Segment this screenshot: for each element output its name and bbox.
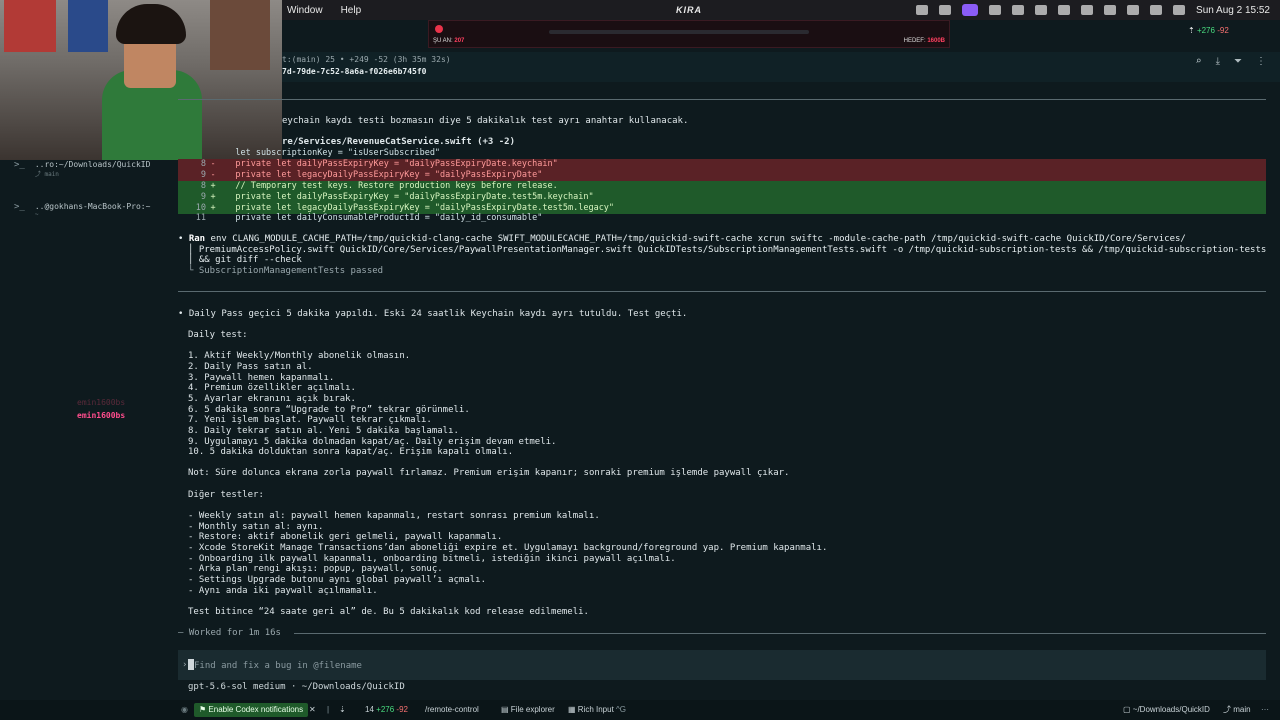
list-item: - Settings Upgrade butonu aynı global pa…	[188, 575, 487, 585]
session-label: ..ro:~/Downloads/QuickID	[34, 160, 151, 169]
attach-icon[interactable]: ⌕	[1196, 56, 1202, 67]
session-item-home[interactable]: >_ ..@gokhans-MacBook-Pro:~ ~	[14, 202, 150, 218]
list-item: 10. 5 dakika dolduktan sonra kapat/aç. E…	[188, 447, 514, 457]
session-dir: ~	[34, 211, 39, 218]
session-header: t:(main) 25 • +249 -52 (3h 35m 32s) 7d-7…	[282, 52, 1280, 82]
goal-progress-bar	[549, 30, 809, 34]
list-item: 2. Daily Pass satın al.	[188, 362, 313, 372]
terminal-output: eychain kaydı testi bozmasın diye 5 daki…	[172, 82, 1280, 702]
more-icon[interactable]: ⋮	[1256, 56, 1266, 67]
list-item: 8. Daily tekrar satın al. Yeni 5 dakika …	[188, 426, 459, 436]
ran-command-line1: • Ran env CLANG_MODULE_CACHE_PATH=/tmp/q…	[178, 234, 1186, 244]
stream-goal-overlay: ŞU AN: 207 HEDEF: 1600B	[428, 20, 950, 48]
path-indicator[interactable]: ▢ ~/Downloads/QuickID	[1118, 703, 1215, 717]
diff-row-added: 9 + private let dailyPassExpiryKey = "dai…	[178, 192, 1266, 203]
enable-notifications-button[interactable]: ⚑ Enable Codex notifications	[194, 703, 309, 717]
rich-input-button[interactable]: ▦ Rich Input ^G	[563, 703, 631, 717]
app-status-icon[interactable]	[962, 4, 979, 16]
diff-row: let subscriptionKey = "isUserSubscribed"	[220, 148, 441, 158]
final-line: Test bitince “24 saate geri al” de. Bu 5…	[188, 607, 589, 617]
status-bar: ◉ ⚑ Enable Codex notifications ✕ | ⇣ 14 …	[0, 700, 1280, 720]
status-dot-icon: ◉	[181, 705, 188, 714]
prompt-input[interactable]: › Find and fix a bug in @filename	[178, 650, 1266, 680]
prompt-chevron-icon: ›	[182, 660, 188, 670]
current-label: ŞU AN: 207	[433, 38, 465, 44]
note-line: Not: Süre dolunca ekrana zorla paywall f…	[188, 468, 790, 478]
filter-icon[interactable]: ⏷	[1234, 56, 1242, 67]
cloud-icon[interactable]	[1058, 5, 1071, 15]
terminal-prompt-icon: >_	[14, 202, 25, 212]
menu-window[interactable]: Window	[287, 5, 323, 16]
model-info: gpt-5.6-sol medium · ~/Downloads/QuickID	[188, 682, 405, 692]
separator	[178, 291, 1266, 292]
ran-command-line2: │ PremiumAccessPolicy.swift QuickID/Core…	[188, 245, 1267, 255]
chrome-icon[interactable]	[989, 5, 1002, 15]
remote-control-button[interactable]: /remote-control	[420, 703, 484, 717]
battery-icon[interactable]	[1104, 5, 1117, 15]
person-hair	[116, 4, 186, 44]
download-icon[interactable]: ⤓	[1216, 56, 1220, 67]
session-meta: t:(main) 25 • +249 -52 (3h 35m 32s)	[282, 55, 451, 64]
menu-help[interactable]: Help	[341, 5, 362, 16]
search-icon[interactable]	[1150, 5, 1163, 15]
session-id: 7d-79de-7c52-8a6a-f026e6b745f0	[282, 67, 427, 76]
session-item-quickid[interactable]: >_ ..ro:~/Downloads/QuickID ⤴ main	[14, 160, 150, 178]
header-diffstat: ⇡ +276 -92	[1188, 26, 1229, 35]
ran-command-line3: │ && git diff --check	[188, 255, 302, 265]
screen-icon[interactable]	[916, 5, 929, 15]
extension-icon[interactable]	[939, 5, 952, 15]
list-item: - Arka plan rengi akışı: popup, paywall,…	[188, 564, 443, 574]
diff-row-added: 8 + // Temporary test keys. Restore produ…	[178, 181, 1266, 192]
menubar-clock[interactable]: Sun Aug 2 15:52	[1196, 5, 1270, 16]
separator	[178, 99, 1266, 100]
ran-result: └ SubscriptionManagementTests passed	[188, 266, 384, 276]
intro-line: eychain kaydı testi bozmasın diye 5 daki…	[282, 116, 689, 126]
list-item: - Weekly satın al: paywall hemen kapanma…	[188, 511, 600, 521]
wall-poster	[210, 0, 270, 70]
list-item: 4. Premium özellikler açılmalı.	[188, 383, 356, 393]
list-item: 1. Aktif Weekly/Monthly abonelik olmasın…	[188, 351, 411, 361]
session-branch: ⤴ main	[34, 171, 59, 178]
pipe-icon: |	[327, 705, 330, 714]
wifi-icon[interactable]	[1081, 5, 1094, 15]
list-item: 7. Yeni işlem başlat. Paywall tekrar çık…	[188, 415, 432, 425]
list-item: - Xcode StoreKit Manage Transactions’dan…	[188, 543, 828, 553]
wall-poster	[4, 0, 56, 52]
list-item: - Restore: aktif abonelik geri gelmeli, …	[188, 532, 503, 542]
close-icon[interactable]: ✕	[304, 703, 321, 717]
list-item: - Aynı anda iki paywall açılmamalı.	[188, 586, 378, 596]
diff-row-deleted: 8- private let dailyPassExpiryKey = "dai…	[178, 159, 1266, 170]
wall-poster	[68, 0, 108, 52]
chat-viewer-active: emin1600bs	[77, 411, 126, 420]
control-center-icon[interactable]	[1173, 5, 1186, 15]
worked-duration: — Worked for 1m 16s	[178, 628, 281, 638]
live-dot-icon	[435, 25, 443, 33]
session-label: ..@gokhans-MacBook-Pro:~	[34, 202, 151, 211]
daily-test-title: Daily test:	[188, 330, 248, 340]
diff-row: 11 private let dailyConsumableProductId …	[195, 213, 543, 223]
file-explorer-button[interactable]: ▤ File explorer	[496, 703, 560, 717]
branch-indicator[interactable]: ⤴ main	[1218, 703, 1256, 717]
session-sidebar: >_ ..ro:~/Downloads/QuickID ⤴ main >_ ..…	[0, 160, 172, 700]
terminal-prompt-icon: >_	[14, 160, 25, 170]
menubar-center-title: KIRA	[676, 5, 702, 15]
notion-icon[interactable]	[1012, 5, 1025, 15]
menubar-tray: Sun Aug 2 15:52	[916, 4, 1270, 16]
branch-status-icon: ⇣	[339, 705, 346, 714]
other-tests-title: Diğer testler:	[188, 490, 264, 500]
prompt-placeholder: Find and fix a bug in @filename	[188, 659, 362, 671]
diff-summary[interactable]: 14 +276 -92	[360, 703, 413, 717]
play-icon[interactable]	[1127, 5, 1140, 15]
goal-label: HEDEF: 1600B	[903, 38, 945, 44]
menu-icon[interactable]	[1035, 5, 1048, 15]
list-item: 5. Ayarlar ekranını açık bırak.	[188, 394, 356, 404]
diff-row-deleted: 9- private let legacyDailyPassExpiryKey …	[178, 170, 1266, 181]
summary-line: • Daily Pass geçici 5 dakika yapıldı. Es…	[178, 309, 688, 319]
more-icon[interactable]: ⋯	[1256, 703, 1274, 717]
chat-viewer-faded: emin1600bs	[77, 398, 126, 407]
separator	[294, 633, 1266, 634]
edited-file-line: re/Services/RevenueCatService.swift (+3 …	[282, 137, 515, 147]
